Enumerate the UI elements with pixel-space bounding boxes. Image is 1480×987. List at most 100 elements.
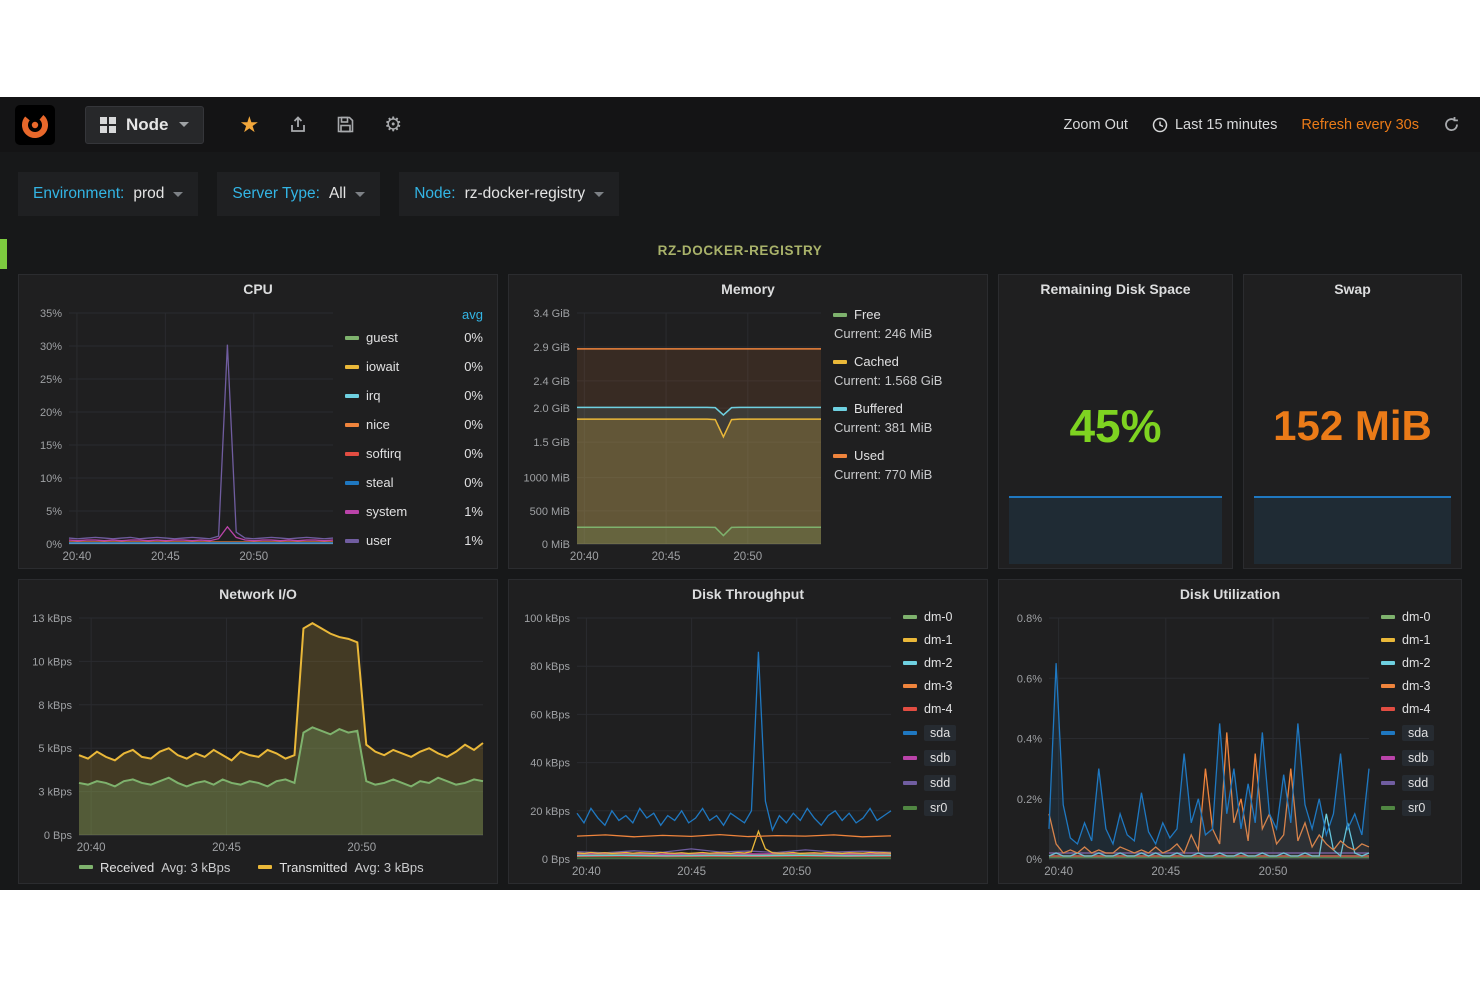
legend-item-dm-4[interactable]: dm-4 — [903, 702, 977, 716]
save-icon[interactable] — [337, 116, 354, 133]
legend-color-swatch — [903, 806, 917, 810]
refresh-interval-button[interactable]: Refresh every 30s — [1301, 117, 1419, 133]
variable-environment[interactable]: Environment: prod — [18, 172, 198, 216]
legend-color-swatch — [345, 365, 359, 369]
legend-label: sda — [1402, 725, 1434, 741]
legend-color-swatch — [79, 865, 93, 869]
svg-text:0.4%: 0.4% — [1017, 734, 1042, 746]
star-icon[interactable]: ★ — [240, 114, 260, 136]
panel-cpu: CPU 0%5%10%15%20%25%30%35%20:4020:4520:5… — [18, 274, 498, 569]
legend-item-dm-1[interactable]: dm-1 — [1381, 633, 1451, 647]
refresh-icon[interactable] — [1443, 116, 1460, 133]
legend-item-sdb[interactable]: sdb — [903, 750, 977, 766]
legend-item-Cached[interactable]: CachedCurrent: 1.568 GiB — [833, 354, 977, 389]
legend-item-Free[interactable]: FreeCurrent: 246 MiB — [833, 307, 977, 342]
svg-text:20:40: 20:40 — [1044, 866, 1073, 878]
legend-color-swatch — [1381, 756, 1395, 760]
panel-title-disk-utilization[interactable]: Disk Utilization — [999, 580, 1461, 608]
zoom-out-button[interactable]: Zoom Out — [1063, 117, 1127, 133]
panel-disk-utilization: Disk Utilization 0%0.2%0.4%0.6%0.8%20:40… — [998, 579, 1462, 884]
variable-server-type[interactable]: Server Type: All — [217, 172, 380, 216]
swap-stat-value: 152 MiB — [1273, 402, 1432, 450]
legend-color-swatch — [903, 661, 917, 665]
share-icon[interactable] — [289, 116, 307, 134]
swap-sparkline — [1254, 496, 1451, 564]
network-chart[interactable]: 0 Bps3 kBps5 kBps8 kBps10 kBps13 kBps20:… — [23, 608, 493, 855]
legend-label: Received — [100, 860, 154, 875]
legend-item-irq[interactable]: irq0% — [345, 388, 487, 403]
legend-color-swatch — [903, 756, 917, 760]
cpu-chart[interactable]: 0%5%10%15%20%25%30%35%20:4020:4520:50 — [23, 303, 343, 564]
row-title[interactable]: RZ-DOCKER-REGISTRY — [0, 243, 1480, 258]
legend-item-dm-4[interactable]: dm-4 — [1381, 702, 1451, 716]
legend-item-sdd[interactable]: sdd — [1381, 775, 1451, 791]
svg-text:13 kBps: 13 kBps — [32, 613, 72, 625]
legend-color-swatch — [1381, 806, 1395, 810]
variable-node[interactable]: Node: rz-docker-registry — [399, 172, 619, 216]
legend-item-Free[interactable]: Free — [833, 307, 977, 322]
legend-item-dm-2[interactable]: dm-2 — [903, 656, 977, 670]
panel-title-cpu[interactable]: CPU — [19, 275, 497, 303]
legend-item-sdd[interactable]: sdd — [903, 775, 977, 791]
legend-item-dm-2[interactable]: dm-2 — [1381, 656, 1451, 670]
legend-color-swatch — [833, 407, 847, 411]
legend-item-Transmitted[interactable]: TransmittedAvg: 3 kBps — [258, 860, 423, 875]
chevron-down-icon — [594, 192, 604, 197]
panel-title-network[interactable]: Network I/O — [19, 580, 497, 608]
memory-legend: FreeCurrent: 246 MiB CachedCurrent: 1.568… — [831, 303, 983, 564]
grafana-logo[interactable] — [15, 105, 55, 145]
legend-item-Buffered[interactable]: BufferedCurrent: 381 MiB — [833, 401, 977, 436]
panel-title-disk-throughput[interactable]: Disk Throughput — [509, 580, 987, 608]
svg-text:20 kBps: 20 kBps — [530, 806, 570, 818]
dashboard-picker[interactable]: Node — [85, 106, 204, 144]
legend-label: softirq — [366, 446, 401, 461]
time-range-picker[interactable]: Last 15 minutes — [1152, 117, 1277, 133]
svg-text:20:45: 20:45 — [1151, 866, 1180, 878]
svg-text:20:50: 20:50 — [347, 842, 376, 854]
legend-item-dm-1[interactable]: dm-1 — [903, 633, 977, 647]
gear-icon[interactable]: ⚙ — [384, 115, 402, 135]
legend-item-Cached[interactable]: Cached — [833, 354, 977, 369]
legend-item-dm-0[interactable]: dm-0 — [903, 610, 977, 624]
legend-item-Used[interactable]: UsedCurrent: 770 MiB — [833, 448, 977, 483]
svg-text:1000 MiB: 1000 MiB — [524, 473, 570, 485]
legend-item-system[interactable]: system1% — [345, 504, 487, 519]
svg-text:20:50: 20:50 — [1259, 866, 1288, 878]
legend-label: dm-2 — [924, 656, 952, 670]
legend-label: Used — [854, 448, 884, 463]
legend-item-iowait[interactable]: iowait0% — [345, 359, 487, 374]
legend-item-Used[interactable]: Used — [833, 448, 977, 463]
legend-label: steal — [366, 475, 393, 490]
panel-title-disk-space[interactable]: Remaining Disk Space — [999, 275, 1232, 303]
svg-text:10%: 10% — [40, 473, 62, 485]
legend-item-sdb[interactable]: sdb — [1381, 750, 1451, 766]
legend-value: 0% — [464, 417, 487, 432]
panel-remaining-disk-space: Remaining Disk Space 45% — [998, 274, 1233, 569]
panel-title-memory[interactable]: Memory — [509, 275, 987, 303]
legend-item-nice[interactable]: nice0% — [345, 417, 487, 432]
legend-item-sda[interactable]: sda — [1381, 725, 1451, 741]
legend-item-Received[interactable]: ReceivedAvg: 3 kBps — [79, 860, 230, 875]
svg-text:1.5 GiB: 1.5 GiB — [533, 437, 570, 449]
panel-title-swap[interactable]: Swap — [1244, 275, 1461, 303]
svg-text:20:50: 20:50 — [239, 551, 268, 563]
legend-item-sr0[interactable]: sr0 — [1381, 800, 1451, 816]
legend-item-dm-3[interactable]: dm-3 — [1381, 679, 1451, 693]
svg-text:0%: 0% — [1026, 854, 1042, 866]
legend-item-user[interactable]: user1% — [345, 533, 487, 548]
disk-throughput-chart[interactable]: 0 Bps20 kBps40 kBps60 kBps80 kBps100 kBp… — [513, 608, 901, 879]
legend-item-softirq[interactable]: softirq0% — [345, 446, 487, 461]
memory-chart[interactable]: 0 MiB500 MiB1000 MiB1.5 GiB2.0 GiB2.4 Gi… — [513, 303, 831, 564]
legend-item-Buffered[interactable]: Buffered — [833, 401, 977, 416]
dashboard-title: Node — [126, 115, 169, 135]
disk-utilization-chart[interactable]: 0%0.2%0.4%0.6%0.8%20:4020:4520:50 — [1003, 608, 1379, 879]
legend-item-dm-0[interactable]: dm-0 — [1381, 610, 1451, 624]
legend-item-sda[interactable]: sda — [903, 725, 977, 741]
legend-item-steal[interactable]: steal0% — [345, 475, 487, 490]
legend-label: sdd — [924, 775, 956, 791]
svg-text:2.4 GiB: 2.4 GiB — [533, 376, 570, 388]
svg-text:20%: 20% — [40, 407, 62, 419]
legend-item-dm-3[interactable]: dm-3 — [903, 679, 977, 693]
legend-item-guest[interactable]: guest0% — [345, 330, 487, 345]
legend-item-sr0[interactable]: sr0 — [903, 800, 977, 816]
